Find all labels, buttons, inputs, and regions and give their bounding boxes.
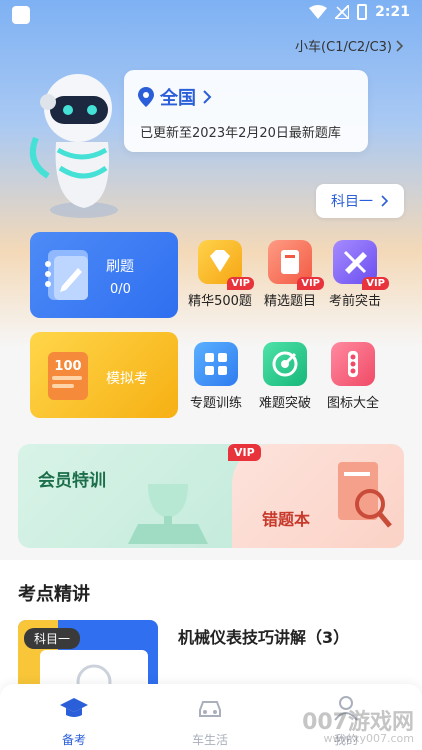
signal-icon [335, 5, 350, 19]
member-training-title: 会员特训 [38, 471, 106, 491]
region-label: 全国 [160, 88, 196, 109]
car-type-selector[interactable]: 小车(C1/C2/C3) [295, 36, 404, 55]
magnifier-book-icon [338, 462, 392, 528]
clock: 2:21 [375, 4, 410, 20]
member-banner: 会员特训 错题本 VIP [18, 444, 404, 548]
member-training-card[interactable]: 会员特训 [18, 444, 248, 548]
grid-item-topic-training[interactable]: 专题训练 [179, 342, 253, 411]
tab-prep[interactable]: 备考 [34, 692, 114, 748]
car-icon [199, 701, 221, 717]
wrong-book-title: 错题本 [262, 510, 311, 529]
grid-label: 专题训练 [189, 396, 242, 411]
mock-exam-tile[interactable]: 100 模拟考 [30, 332, 178, 418]
chevron-right-icon [381, 195, 389, 207]
diamond-icon: VIP [198, 240, 254, 290]
book-icon: VIP [268, 240, 324, 290]
vip-badge: VIP [227, 277, 254, 290]
apps-icon [194, 342, 238, 386]
bank-update-text: 已更新至2023年2月20日最新题库 [140, 126, 341, 141]
grid-item-last-minute[interactable]: VIP 考前突击 [318, 240, 392, 309]
vip-badge: VIP [362, 277, 389, 290]
practice-tile[interactable]: 刷题 0/0 [30, 232, 178, 318]
location-card[interactable]: 全国 已更新至2023年2月20日最新题库 [124, 70, 368, 152]
chevron-right-icon [396, 39, 404, 52]
grid-item-sign-encyclopedia[interactable]: 图标大全 [316, 342, 390, 411]
grid-label: 难题突破 [258, 396, 311, 411]
grid-label: 精选题目 [263, 294, 316, 309]
tab-label: 备考 [61, 733, 86, 747]
subject-selector-button[interactable]: 科目一 [316, 184, 404, 218]
grid-label: 图标大全 [326, 396, 379, 411]
subject-label: 科目一 [331, 194, 373, 210]
grid-item-essential-500[interactable]: VIP 精华500题 [183, 240, 257, 309]
tab-car-life[interactable]: 车生活 [170, 692, 250, 748]
graduation-cap-icon [60, 698, 88, 717]
map-pin-icon [138, 87, 154, 107]
practice-title: 刷题 [106, 259, 134, 275]
status-bar: 2:21 [0, 0, 422, 30]
practice-progress: 0/0 [110, 282, 131, 297]
tab-label: 车生活 [191, 733, 228, 747]
grid-label: 精华500题 [188, 294, 252, 309]
mock-exam-title: 模拟考 [106, 371, 148, 387]
exam-score-text: 100 [54, 359, 81, 374]
grid-item-hard-questions[interactable]: 难题突破 [248, 342, 322, 411]
ruler-pencil-icon: VIP [333, 240, 389, 290]
battery-icon [357, 4, 368, 20]
target-icon [263, 342, 307, 386]
lesson-title[interactable]: 机械仪表技巧讲解（3） [178, 624, 349, 648]
wifi-icon [309, 5, 328, 19]
section-title: 考点精讲 [18, 584, 90, 605]
notification-icon [12, 6, 30, 24]
vip-badge: VIP [228, 444, 261, 461]
exam-paper-icon: 100 [48, 352, 88, 400]
grid-item-selected-questions[interactable]: VIP 精选题目 [253, 240, 327, 309]
watermark-url: www.xy007.com [323, 732, 414, 745]
robot-mascot-icon [30, 74, 118, 218]
notebook-icon [45, 250, 88, 300]
trophy-icon [128, 484, 208, 544]
traffic-light-icon [331, 342, 375, 386]
grid-label: 考前突击 [328, 294, 381, 309]
lesson-subject-badge: 科目一 [24, 628, 81, 649]
chevron-right-icon [203, 90, 212, 104]
car-type-label: 小车(C1/C2/C3) [295, 40, 392, 55]
